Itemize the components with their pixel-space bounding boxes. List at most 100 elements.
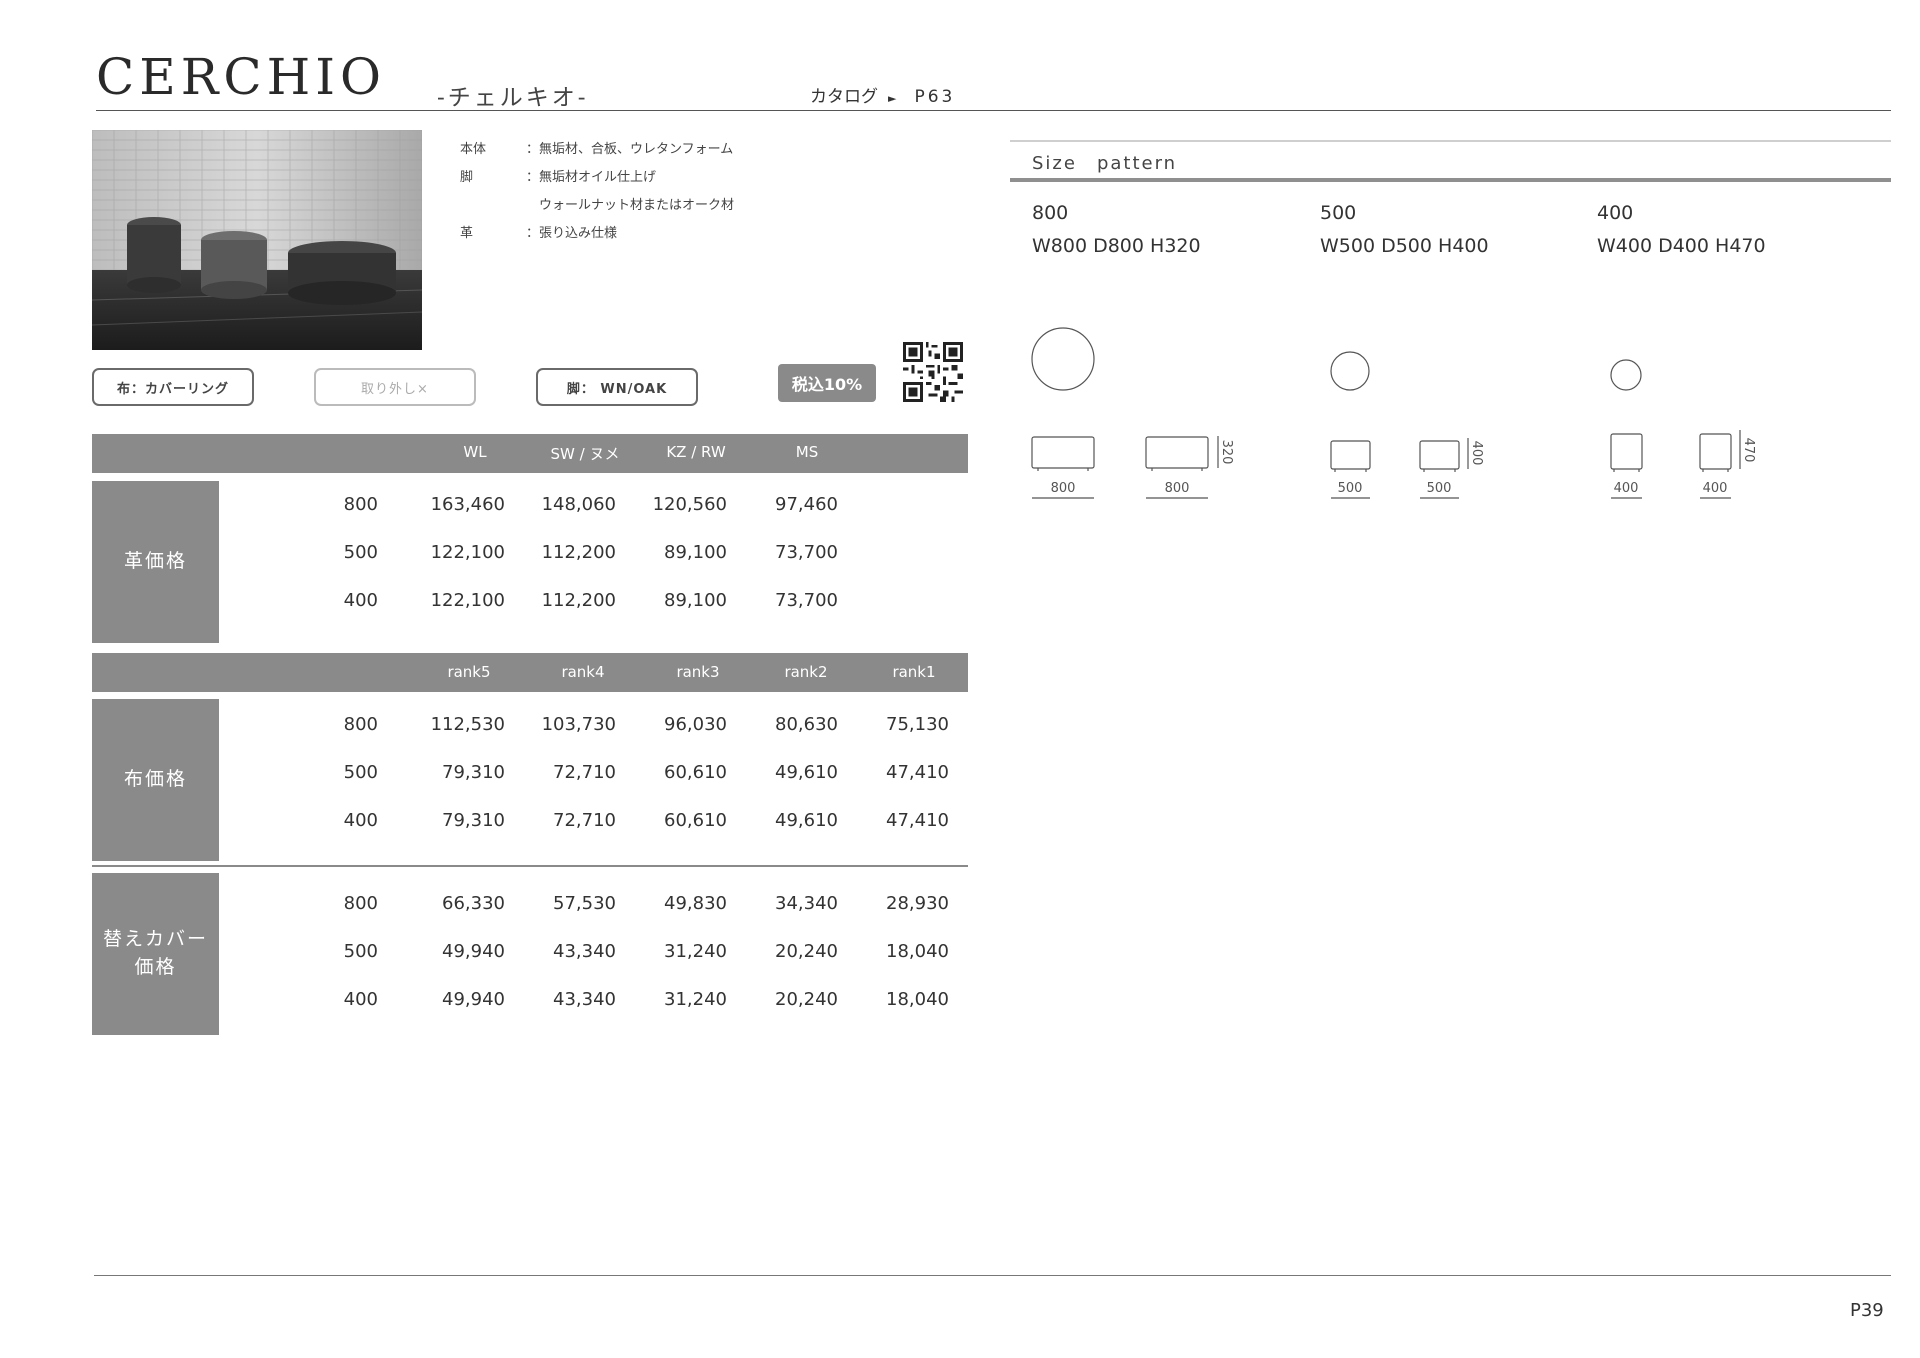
size-dimensions: W500 D500 H400: [1320, 235, 1489, 257]
spec-value: ：無垢材、合板、ウレタンフォーム: [526, 142, 734, 157]
spec-key: 本体: [460, 142, 487, 157]
removable-tag: 取り外し×: [314, 368, 476, 406]
spec-value: ウォールナット材またはオーク材: [526, 198, 735, 213]
price-cell: 57,530: [553, 893, 616, 914]
price-cell: 20,240: [775, 941, 838, 962]
size-cell: 500: [343, 941, 378, 962]
size-cell: 400: [343, 989, 378, 1010]
size-pattern-bottom-rule: [1010, 178, 1891, 182]
column-header: MS: [795, 443, 819, 461]
product-photo: [92, 130, 422, 350]
catalog-reference[interactable]: カタログ ► P63: [810, 82, 955, 107]
tax-included-badge: 税込10%: [778, 364, 876, 402]
fabric-price-label: 布価格: [92, 699, 219, 861]
price-cell: 148,060: [541, 494, 616, 515]
size-cell: 400: [343, 590, 378, 611]
price-cell: 43,340: [553, 941, 616, 962]
spec-value: ：無垢材オイル仕上げ: [526, 170, 657, 185]
side-view-rect: [1419, 440, 1460, 470]
height-label: 400: [1469, 441, 1484, 466]
header-divider: [96, 110, 1891, 111]
price-cell: 97,460: [775, 494, 838, 515]
price-cell: 163,460: [430, 494, 505, 515]
price-cell: 72,710: [553, 762, 616, 783]
leather-header-bar: WL SW / ヌメ KZ / RW MS: [92, 434, 968, 473]
width-label: 500: [1427, 481, 1452, 496]
drawing-800: 800 800 320: [1031, 327, 1234, 499]
drawing-500: 500 500 400: [1330, 351, 1484, 499]
size-pattern-top-rule: [1010, 140, 1891, 142]
cover-price-label: 替えカバー 価格: [92, 873, 219, 1035]
product-title: CERCHIO: [96, 48, 387, 106]
fabric-covering-tag: 布：カバーリング: [92, 368, 254, 406]
price-cell: 47,410: [886, 810, 949, 831]
leather-price-label: 革価格: [92, 481, 219, 643]
size-name: 800: [1032, 202, 1069, 224]
price-cell: 18,040: [886, 941, 949, 962]
size-cell: 400: [343, 810, 378, 831]
fabric-header-bar: rank5 rank4 rank3 rank2 rank1: [92, 653, 968, 692]
plan-view-circle: [1610, 359, 1642, 391]
price-cell: 34,340: [775, 893, 838, 914]
price-cell: 49,830: [664, 893, 727, 914]
price-cell: 43,340: [553, 989, 616, 1010]
price-cell: 66,330: [442, 893, 505, 914]
price-cell: 80,630: [775, 714, 838, 735]
price-cell: 75,130: [886, 714, 949, 735]
width-label: 800: [1165, 481, 1190, 496]
price-cell: 28,930: [886, 893, 949, 914]
price-cell: 120,560: [652, 494, 727, 515]
price-cell: 49,940: [442, 941, 505, 962]
price-cell: 31,240: [664, 989, 727, 1010]
price-cell: 73,700: [775, 590, 838, 611]
front-view-rect: [1330, 440, 1371, 470]
price-cell: 89,100: [664, 590, 727, 611]
size-cell: 500: [343, 762, 378, 783]
size-cell: 500: [343, 542, 378, 563]
front-view-rect: [1610, 433, 1643, 470]
price-cell: 20,240: [775, 989, 838, 1010]
price-cell: 79,310: [442, 762, 505, 783]
size-pattern-title: Size pattern: [1032, 153, 1178, 174]
spec-value: ：張り込み仕様: [526, 226, 618, 241]
catalog-page: P63: [914, 87, 956, 107]
price-cell: 73,700: [775, 542, 838, 563]
size-name: 500: [1320, 202, 1357, 224]
column-header: rank1: [892, 663, 936, 681]
size-name: 400: [1597, 202, 1634, 224]
spec-key: 脚: [460, 170, 474, 185]
height-label: 470: [1741, 438, 1756, 463]
plan-view-circle: [1330, 351, 1370, 391]
price-cell: 122,100: [430, 590, 505, 611]
product-subtitle: -チェルキオ-: [437, 85, 589, 111]
column-header: rank4: [561, 663, 605, 681]
price-cell: 96,030: [664, 714, 727, 735]
size-cell: 800: [343, 893, 378, 914]
play-arrow-icon: ►: [888, 92, 897, 105]
price-cell: 47,410: [886, 762, 949, 783]
side-view-rect: [1699, 433, 1732, 470]
qr-code-icon[interactable]: [903, 342, 963, 402]
table-divider: [92, 865, 968, 867]
column-header: rank2: [784, 663, 828, 681]
price-cell: 112,530: [430, 714, 505, 735]
price-cell: 49,610: [775, 762, 838, 783]
plan-view-circle: [1031, 327, 1095, 391]
price-cell: 112,200: [541, 542, 616, 563]
price-cell: 103,730: [541, 714, 616, 735]
width-label: 800: [1051, 481, 1076, 496]
price-cell: 72,710: [553, 810, 616, 831]
width-label: 400: [1703, 481, 1728, 496]
leg-material-tag: 脚： WN/OAK: [536, 368, 698, 406]
size-dimensions: W400 D400 H470: [1597, 235, 1766, 257]
price-cell: 112,200: [541, 590, 616, 611]
price-cell: 60,610: [664, 810, 727, 831]
price-cell: 31,240: [664, 941, 727, 962]
size-cell: 800: [343, 494, 378, 515]
width-label: 500: [1338, 481, 1363, 496]
width-label: 400: [1614, 481, 1639, 496]
size-dimensions: W800 D800 H320: [1032, 235, 1201, 257]
footer-divider: [94, 1275, 1891, 1276]
column-header: rank5: [447, 663, 491, 681]
price-cell: 79,310: [442, 810, 505, 831]
